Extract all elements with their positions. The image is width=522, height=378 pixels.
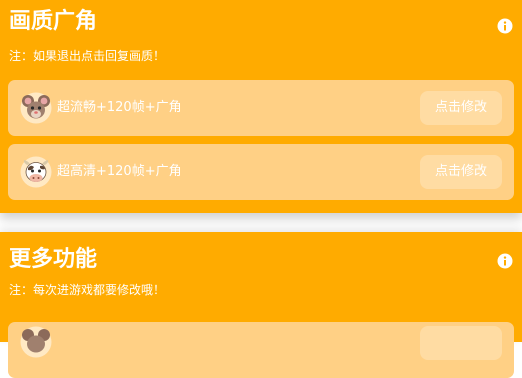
cow-icon — [20, 156, 52, 188]
section-title: 更多功能 — [9, 247, 98, 272]
section-note: 注：每次进游戏都要修改哦！ — [9, 283, 166, 297]
modify-button[interactable] — [420, 326, 502, 360]
option-row: 超高清+120帧+广角 点击修改 — [8, 144, 514, 200]
info-icon[interactable] — [497, 18, 513, 34]
modify-button[interactable]: 点击修改 — [420, 155, 502, 189]
option-label: 超高清+120帧+广角 — [57, 164, 182, 179]
mouse-icon — [20, 326, 52, 358]
quality-card: 画质广角 注：如果退出点击回复画质！ 超流畅+120帧+广角 点击修改 超高清+… — [0, 0, 522, 213]
option-label: 超流畅+120帧+广角 — [57, 100, 182, 115]
info-icon[interactable] — [497, 253, 513, 269]
section-title: 画质广角 — [9, 9, 98, 34]
modify-button[interactable]: 点击修改 — [420, 91, 502, 125]
section-note: 注：如果退出点击回复画质！ — [9, 49, 166, 63]
mouse-icon — [20, 92, 52, 124]
option-row — [8, 322, 514, 378]
option-row: 超流畅+120帧+广角 点击修改 — [8, 80, 514, 136]
more-features-card: 更多功能 注：每次进游戏都要修改哦！ — [0, 232, 522, 378]
